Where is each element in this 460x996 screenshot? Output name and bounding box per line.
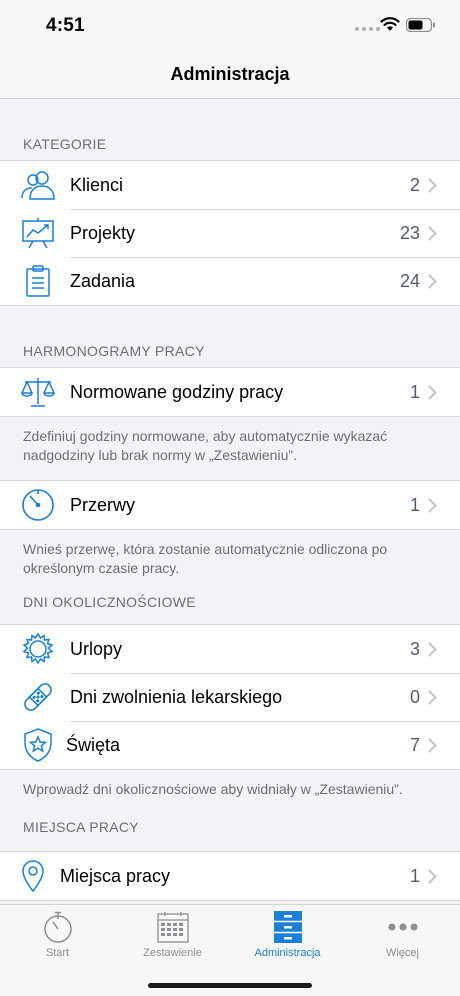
timer-icon [0, 481, 70, 529]
cabinet-icon [273, 911, 302, 943]
section-footer-normowane: Zdefiniuj godziny normowane, aby automat… [23, 428, 388, 463]
row-count: 1 [409, 865, 420, 886]
more-dots-icon [388, 923, 417, 931]
section-footer-dni: Wprowadź dni okolicznościowe aby widniał… [23, 781, 403, 797]
group-normowane: Normowane godziny pracy 1 [0, 367, 460, 417]
row-count: 24 [399, 270, 420, 291]
battery-icon [406, 18, 435, 32]
chevron-right-icon [428, 690, 448, 705]
calendar-icon [156, 912, 189, 943]
chevron-right-icon [428, 274, 448, 289]
group-dni: Urlopy 3 Dni zwolnienia lekarskiego 0 Św… [0, 624, 460, 770]
row-label: Zadania [70, 270, 136, 291]
page-title: Administracja [170, 63, 290, 84]
group-przerwy: Przerwy 1 [0, 480, 460, 530]
chevron-right-icon [428, 642, 448, 657]
row-count: 1 [409, 494, 420, 515]
status-time: 4:51 [46, 15, 85, 36]
presentation-chart-icon [0, 209, 70, 257]
navigation-bar: Administracja [0, 50, 460, 99]
row-label: Projekty [70, 222, 136, 243]
tab-wiecej[interactable]: Więcej [345, 905, 460, 965]
row-label: Święta [66, 734, 121, 755]
row-count: 2 [409, 174, 420, 195]
tab-label: Administracja [254, 947, 321, 959]
stopwatch-icon [43, 911, 72, 943]
row-swieta[interactable]: Święta 7 [0, 721, 460, 769]
tab-bar: Start Zestawienie Administracja Więcej [0, 904, 460, 996]
tab-label: Start [45, 947, 70, 959]
row-label: Urlopy [70, 638, 123, 659]
row-label: Normowane godziny pracy [70, 381, 284, 402]
row-label: Przerwy [70, 494, 136, 515]
scales-icon [0, 368, 70, 416]
chevron-right-icon [428, 226, 448, 241]
row-count: 3 [409, 638, 420, 659]
chevron-right-icon [428, 869, 448, 884]
cellular-signal-icon [355, 27, 380, 31]
row-klienci[interactable]: Klienci 2 [0, 161, 460, 209]
row-label: Miejsca pracy [60, 865, 171, 886]
clipboard-icon [0, 257, 70, 305]
section-header-kategorie: KATEGORIE [23, 136, 107, 152]
row-count: 1 [409, 381, 420, 402]
row-przerwy[interactable]: Przerwy 1 [0, 481, 460, 529]
tab-administracja[interactable]: Administracja [230, 905, 345, 965]
row-label: Klienci [70, 174, 124, 195]
row-urlopy[interactable]: Urlopy 3 [0, 625, 460, 673]
sun-icon [0, 625, 70, 673]
location-pin-icon [0, 852, 60, 900]
status-bar: 4:51 [0, 0, 460, 50]
chevron-right-icon [428, 385, 448, 400]
users-icon [0, 161, 70, 209]
tab-start[interactable]: Start [0, 905, 115, 965]
wifi-icon [380, 17, 400, 31]
row-normowane-godziny[interactable]: Normowane godziny pracy 1 [0, 368, 460, 416]
group-miejsca: Miejsca pracy 1 [0, 851, 460, 901]
row-count: 23 [399, 222, 420, 243]
settings-list[interactable]: KATEGORIE Klienci 2 Projekty 23 Zadania … [0, 99, 460, 904]
row-label: Dni zwolnienia lekarskiego [70, 686, 283, 707]
chevron-right-icon [428, 738, 448, 753]
section-header-miejsca: MIEJSCA PRACY [23, 819, 139, 835]
section-header-harmonogramy: HARMONOGRAMY PRACY [23, 343, 205, 359]
section-header-dni: DNI OKOLICZNOŚCIOWE [23, 594, 196, 610]
row-projekty[interactable]: Projekty 23 [0, 209, 460, 257]
row-zwolnienia[interactable]: Dni zwolnienia lekarskiego 0 [0, 673, 460, 721]
chevron-right-icon [428, 178, 448, 193]
row-miejsca-pracy[interactable]: Miejsca pracy 1 [0, 852, 460, 900]
tab-label: Zestawienie [143, 947, 202, 959]
tab-zestawienie[interactable]: Zestawienie [115, 905, 230, 965]
section-footer-przerwy: Wnieś przerwę, która zostanie automatycz… [23, 541, 388, 576]
tab-label: Więcej [385, 947, 419, 959]
star-shield-icon [0, 721, 70, 769]
chevron-right-icon [428, 498, 448, 513]
row-count: 7 [409, 734, 420, 755]
bandage-icon [0, 673, 70, 721]
group-kategorie: Klienci 2 Projekty 23 Zadania 24 [0, 160, 460, 306]
row-zadania[interactable]: Zadania 24 [0, 257, 460, 305]
row-count: 0 [409, 686, 420, 707]
home-indicator[interactable] [148, 983, 312, 988]
